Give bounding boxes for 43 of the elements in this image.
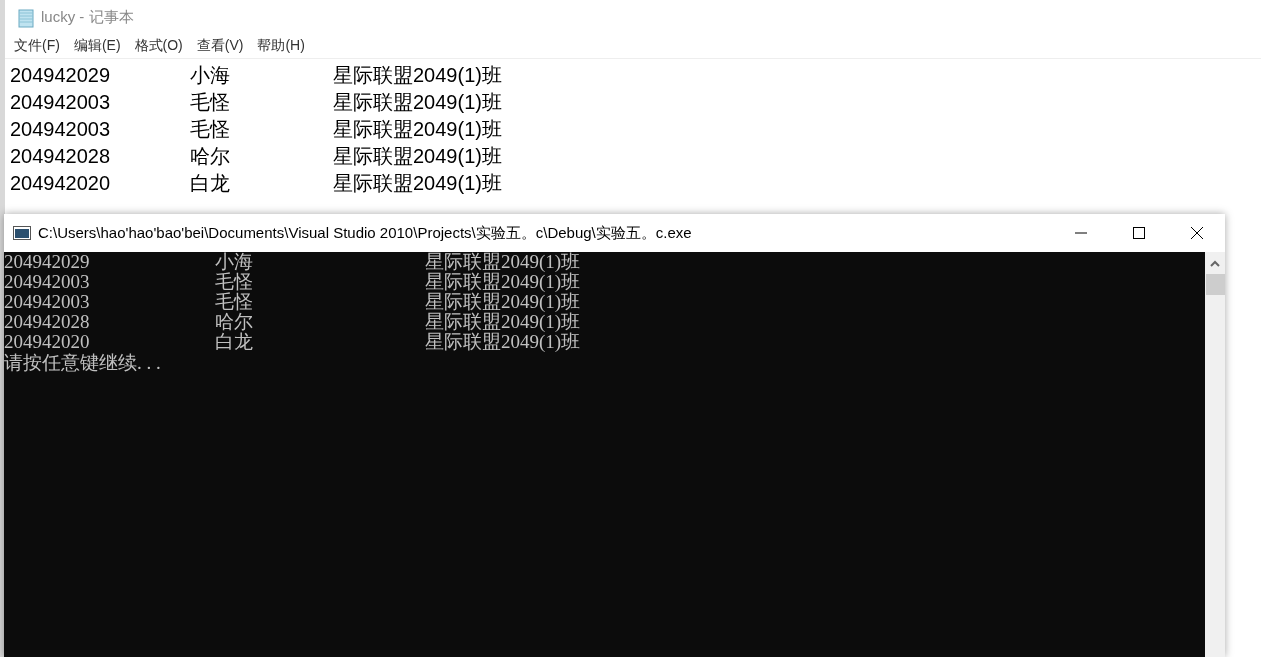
text-line: 星际联盟2049(1)班: [333, 63, 502, 88]
menu-item[interactable]: 查看(V): [196, 37, 244, 58]
window-title: C:\Users\hao'hao'bao'bei\Documents\Visual Studio 2010\Projects\实验五。c\Debug\实验五。c.exe: [38, 223, 693, 243]
text-line: 小海: [190, 63, 231, 88]
scroll-up-icon[interactable]: [1210, 260, 1220, 268]
console-output: 204942003: [4, 272, 91, 292]
console-output: 哈尔: [215, 312, 254, 332]
console-output: 星际联盟2049(1)班: [425, 332, 581, 352]
console-output: 星际联盟2049(1)班: [425, 272, 581, 292]
text-line: 哈尔: [190, 144, 231, 169]
scrollbar[interactable]: [1205, 252, 1225, 657]
console-output: 星际联盟2049(1)班: [425, 312, 581, 332]
menu-item[interactable]: 帮助(H): [257, 37, 305, 58]
menu-item[interactable]: 文件(F): [14, 37, 60, 58]
console-output: 毛怪: [215, 292, 254, 312]
text-line: 星际联盟2049(1)班: [333, 144, 502, 169]
scrollbar-thumb[interactable]: [1205, 274, 1225, 295]
console-prompt: 请按任意键继续. . .: [4, 352, 162, 374]
text-line: 星际联盟2049(1)班: [333, 90, 502, 115]
console-output: 204942003: [4, 292, 91, 312]
text-line: 白龙: [190, 171, 231, 196]
console-output: 204942020: [4, 332, 91, 352]
text-line: 星际联盟2049(1)班: [333, 171, 502, 196]
console-icon: [13, 226, 31, 240]
notepad-icon: [17, 7, 35, 28]
console-output: 小海: [215, 252, 254, 272]
text-line: 204942029: [10, 64, 112, 87]
text-line: 204942003: [10, 91, 112, 114]
text-line: 204942020: [10, 172, 112, 195]
menu-item[interactable]: 编辑(E): [73, 37, 121, 58]
menu-item[interactable]: 格式(O): [134, 37, 183, 58]
console-output: 204942029: [4, 252, 91, 272]
text-line: 204942003: [10, 118, 112, 141]
text-line: 毛怪: [190, 90, 231, 115]
console-output: 星际联盟2049(1)班: [425, 252, 581, 272]
window-title: lucky - 记事本: [41, 8, 134, 27]
console-output: 毛怪: [215, 272, 254, 292]
console-output: 白龙: [215, 332, 254, 352]
text-line: 204942028: [10, 145, 112, 168]
text-line: 星际联盟2049(1)班: [333, 117, 502, 142]
text-line: 毛怪: [190, 117, 231, 142]
console-output: 星际联盟2049(1)班: [425, 292, 581, 312]
console-output: 204942028: [4, 312, 91, 332]
